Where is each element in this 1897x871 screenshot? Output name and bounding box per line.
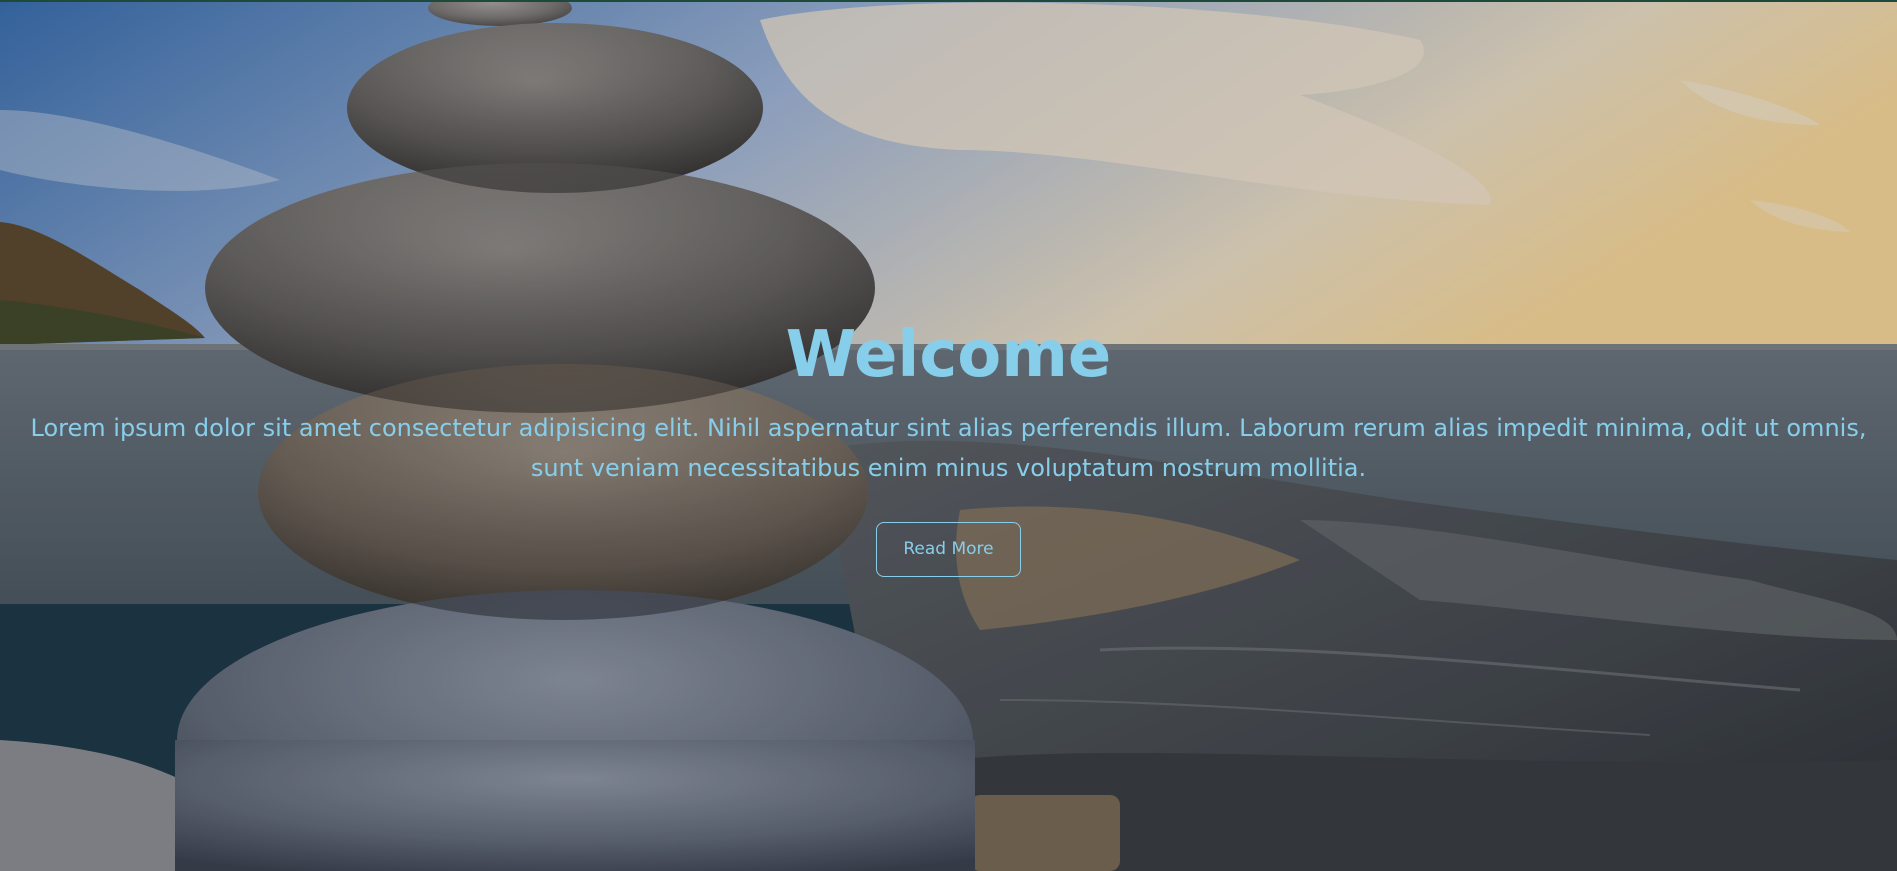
top-border-line [0, 0, 1897, 2]
hero-content: Welcome Lorem ipsum dolor sit amet conse… [0, 318, 1897, 577]
hero-title: Welcome [785, 318, 1112, 392]
hero-section: Welcome Lorem ipsum dolor sit amet conse… [0, 0, 1897, 871]
read-more-button[interactable]: Read More [876, 522, 1021, 577]
hero-description: Lorem ipsum dolor sit amet consectetur a… [30, 414, 1867, 482]
